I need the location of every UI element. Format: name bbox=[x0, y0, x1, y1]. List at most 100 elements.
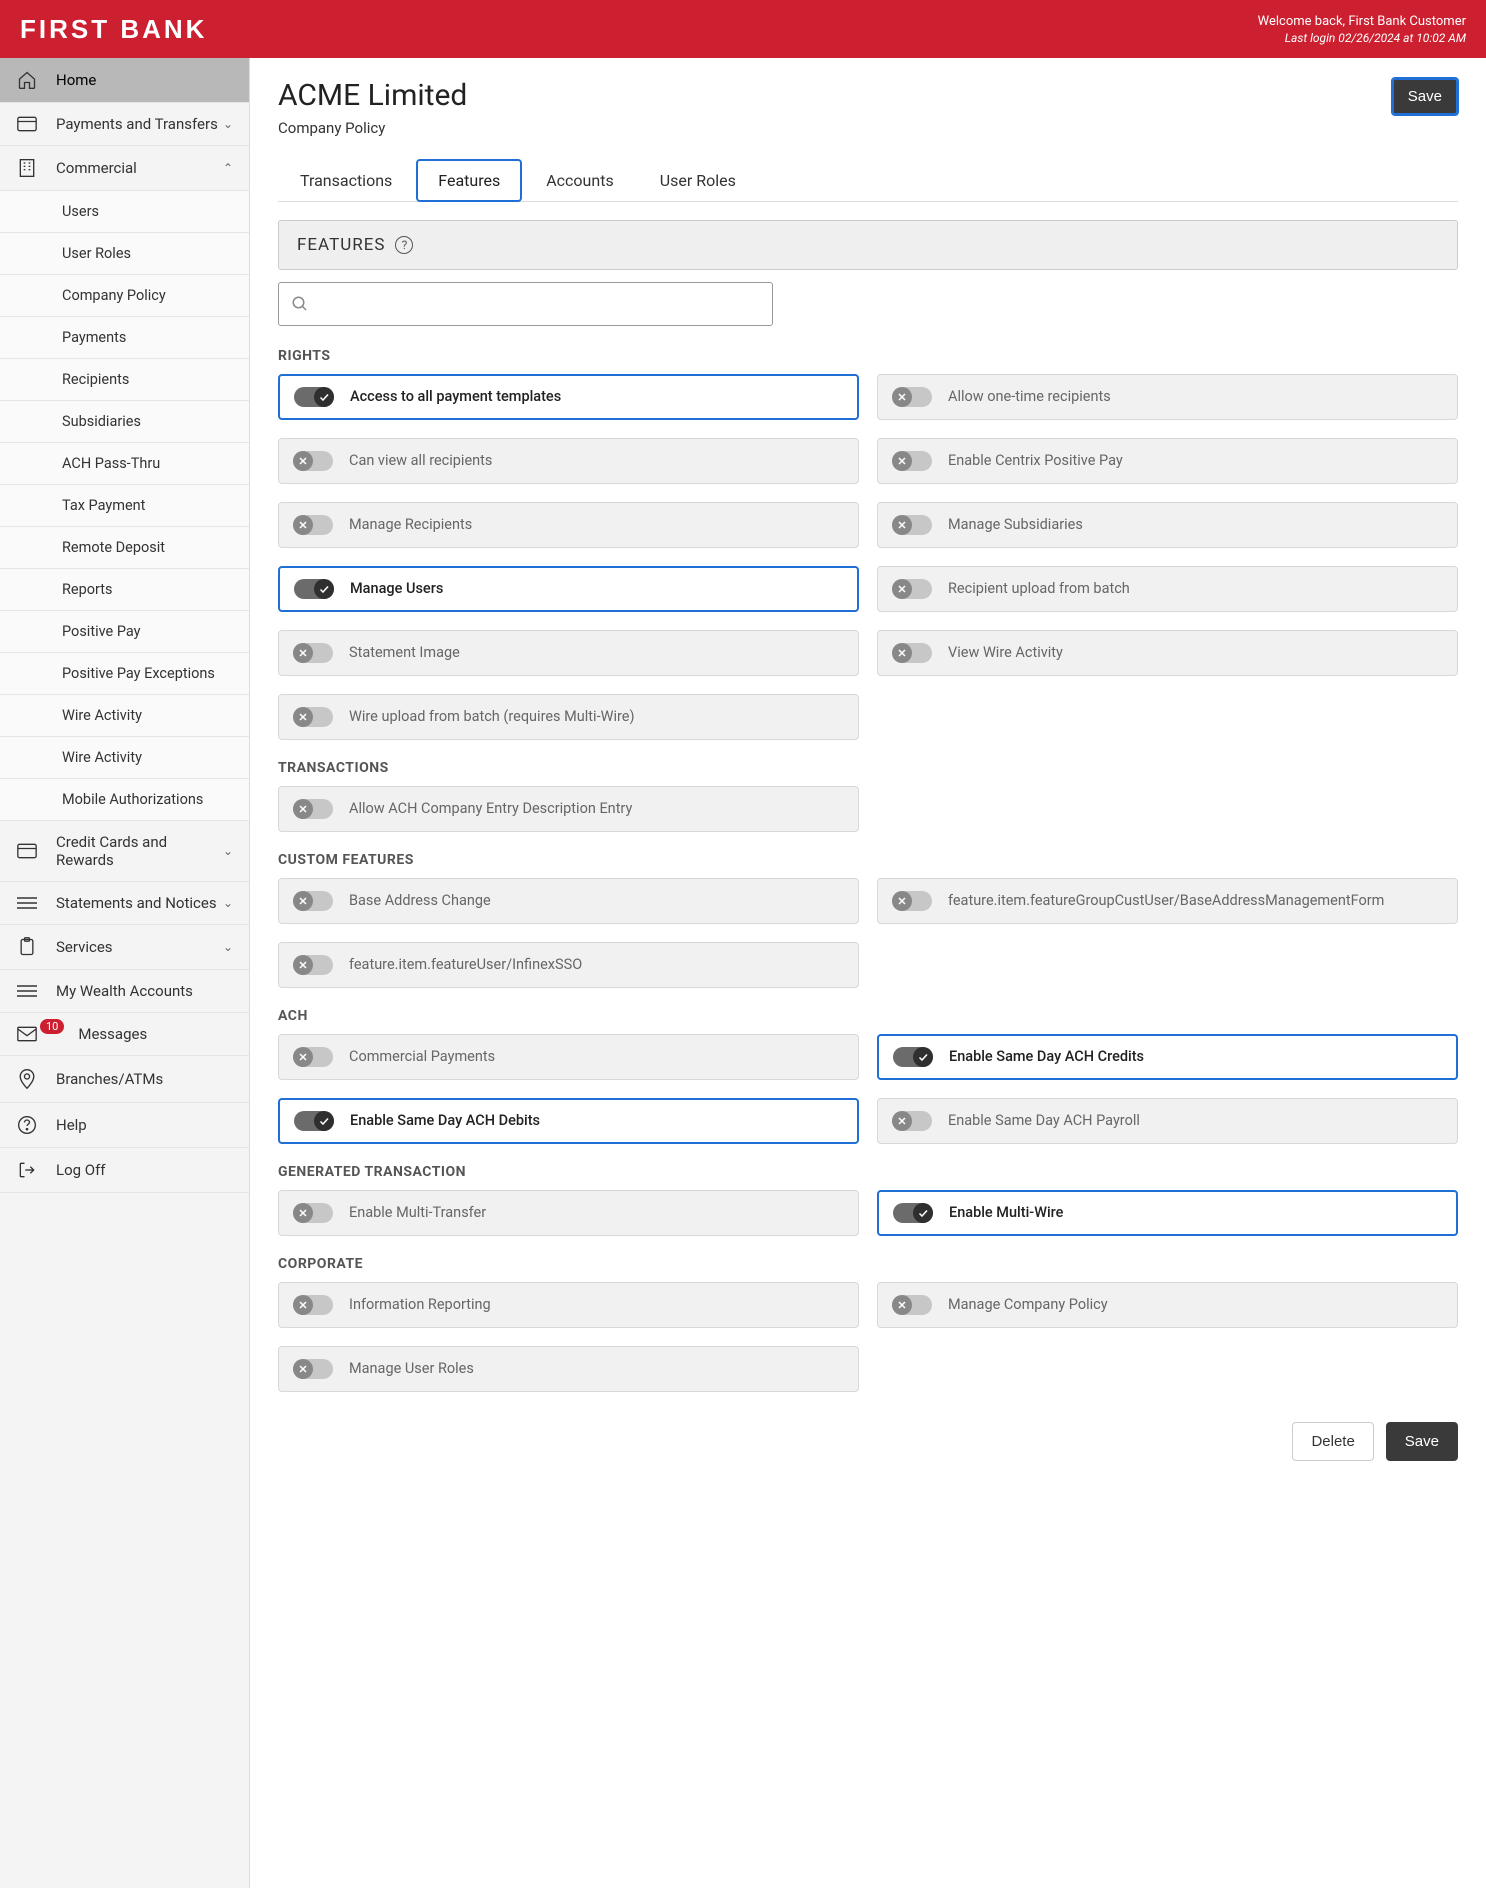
feature-toggle[interactable] bbox=[293, 1047, 333, 1067]
sidebar-label: Wire Activity bbox=[62, 749, 233, 766]
feature-row[interactable]: Manage Subsidiaries bbox=[877, 502, 1458, 548]
feature-row[interactable]: Enable Same Day ACH Debits bbox=[278, 1098, 859, 1144]
sidebar-sub-item[interactable]: Reports bbox=[0, 569, 249, 611]
sidebar-sub-item[interactable]: Payments bbox=[0, 317, 249, 359]
sidebar-item-help[interactable]: Help bbox=[0, 1103, 249, 1148]
sidebar-label: User Roles bbox=[62, 245, 233, 262]
feature-toggle[interactable] bbox=[293, 1295, 333, 1315]
sidebar-sub-item[interactable]: Tax Payment bbox=[0, 485, 249, 527]
sidebar-sub-item[interactable]: Remote Deposit bbox=[0, 527, 249, 569]
feature-row[interactable]: feature.item.featureUser/InfinexSSO bbox=[278, 942, 859, 988]
feature-toggle[interactable] bbox=[293, 515, 333, 535]
sidebar-item-services[interactable]: Services ⌄ bbox=[0, 925, 249, 970]
logout-icon bbox=[16, 1160, 38, 1180]
feature-toggle[interactable] bbox=[293, 955, 333, 975]
feature-row[interactable]: Information Reporting bbox=[278, 1282, 859, 1328]
sidebar-item-messages[interactable]: 10 Messages bbox=[0, 1013, 249, 1056]
feature-toggle[interactable] bbox=[293, 707, 333, 727]
save-button-top[interactable]: Save bbox=[1392, 78, 1458, 115]
feature-row[interactable]: feature.item.featureGroupCustUser/BaseAd… bbox=[877, 878, 1458, 924]
feature-label: Recipient upload from batch bbox=[948, 579, 1443, 599]
feature-row[interactable]: View Wire Activity bbox=[877, 630, 1458, 676]
sidebar-sub-item[interactable]: Wire Activity bbox=[0, 737, 249, 779]
feature-toggle[interactable] bbox=[893, 1203, 933, 1223]
location-icon bbox=[16, 1068, 38, 1090]
save-button[interactable]: Save bbox=[1386, 1422, 1458, 1461]
sidebar-item-logoff[interactable]: Log Off bbox=[0, 1148, 249, 1193]
sidebar-sub-item[interactable]: Mobile Authorizations bbox=[0, 779, 249, 821]
feature-row[interactable]: Wire upload from batch (requires Multi-W… bbox=[278, 694, 859, 740]
feature-row[interactable]: Enable Multi-Wire bbox=[877, 1190, 1458, 1236]
sidebar-sub-item[interactable]: Positive Pay Exceptions bbox=[0, 653, 249, 695]
feature-row[interactable]: Manage Recipients bbox=[278, 502, 859, 548]
feature-label: Manage Users bbox=[350, 579, 843, 599]
feature-toggle[interactable] bbox=[892, 1111, 932, 1131]
feature-toggle[interactable] bbox=[293, 643, 333, 663]
feature-toggle[interactable] bbox=[293, 1203, 333, 1223]
page-subtitle: Company Policy bbox=[278, 119, 467, 137]
feature-toggle[interactable] bbox=[294, 1111, 334, 1131]
tab-features[interactable]: Features bbox=[416, 159, 522, 202]
sidebar-sub-item[interactable]: Users bbox=[0, 191, 249, 233]
feature-toggle[interactable] bbox=[293, 891, 333, 911]
feature-toggle[interactable] bbox=[892, 515, 932, 535]
sidebar-item-my-wealth[interactable]: My Wealth Accounts bbox=[0, 970, 249, 1013]
sidebar-label: Branches/ATMs bbox=[56, 1070, 233, 1088]
feature-toggle[interactable] bbox=[892, 1295, 932, 1315]
feature-toggle[interactable] bbox=[294, 579, 334, 599]
tab-accounts[interactable]: Accounts bbox=[524, 159, 635, 202]
sidebar: Home Payments and Transfers ⌄ Commercial… bbox=[0, 58, 250, 1888]
feature-toggle[interactable] bbox=[892, 579, 932, 599]
feature-row[interactable]: Manage Users bbox=[278, 566, 859, 612]
sidebar-sub-item[interactable]: Recipients bbox=[0, 359, 249, 401]
footer-actions: Delete Save bbox=[278, 1422, 1458, 1461]
feature-row[interactable]: Enable Multi-Transfer bbox=[278, 1190, 859, 1236]
feature-row[interactable]: Recipient upload from batch bbox=[877, 566, 1458, 612]
feature-toggle[interactable] bbox=[892, 891, 932, 911]
search-input[interactable] bbox=[319, 296, 760, 313]
sidebar-sub-item[interactable]: Positive Pay bbox=[0, 611, 249, 653]
delete-button[interactable]: Delete bbox=[1292, 1422, 1373, 1461]
feature-row[interactable]: Enable Same Day ACH Credits bbox=[877, 1034, 1458, 1080]
feature-toggle[interactable] bbox=[293, 1359, 333, 1379]
feature-row[interactable]: Allow ACH Company Entry Description Entr… bbox=[278, 786, 859, 832]
feature-toggle[interactable] bbox=[294, 387, 334, 407]
sidebar-label: Mobile Authorizations bbox=[62, 791, 233, 808]
feature-row[interactable]: Commercial Payments bbox=[278, 1034, 859, 1080]
sidebar-sub-item[interactable]: Subsidiaries bbox=[0, 401, 249, 443]
search-box[interactable] bbox=[278, 282, 773, 326]
sidebar-item-branches[interactable]: Branches/ATMs bbox=[0, 1056, 249, 1103]
tab-transactions[interactable]: Transactions bbox=[278, 159, 414, 202]
feature-row[interactable]: Allow one-time recipients bbox=[877, 374, 1458, 420]
feature-row[interactable]: Enable Same Day ACH Payroll bbox=[877, 1098, 1458, 1144]
feature-row[interactable]: Can view all recipients bbox=[278, 438, 859, 484]
feature-toggle[interactable] bbox=[892, 387, 932, 407]
sidebar-item-commercial[interactable]: Commercial ⌃ bbox=[0, 146, 249, 191]
tab-user-roles[interactable]: User Roles bbox=[638, 159, 758, 202]
sidebar-item-home[interactable]: Home bbox=[0, 58, 249, 103]
feature-toggle[interactable] bbox=[893, 1047, 933, 1067]
sidebar-item-payments-transfers[interactable]: Payments and Transfers ⌄ bbox=[0, 103, 249, 146]
feature-toggle[interactable] bbox=[892, 643, 932, 663]
sidebar-sub-item[interactable]: ACH Pass-Thru bbox=[0, 443, 249, 485]
sidebar-label: Recipients bbox=[62, 371, 233, 388]
feature-toggle[interactable] bbox=[892, 451, 932, 471]
feature-row[interactable]: Manage Company Policy bbox=[877, 1282, 1458, 1328]
sidebar-sub-item[interactable]: Wire Activity bbox=[0, 695, 249, 737]
sidebar-sub-item[interactable]: Company Policy bbox=[0, 275, 249, 317]
lines-icon bbox=[16, 896, 38, 910]
feature-toggle[interactable] bbox=[293, 799, 333, 819]
sidebar-item-statements[interactable]: Statements and Notices ⌄ bbox=[0, 882, 249, 925]
sidebar-sub-item[interactable]: User Roles bbox=[0, 233, 249, 275]
help-tooltip-icon[interactable]: ? bbox=[395, 236, 413, 254]
feature-row[interactable]: Manage User Roles bbox=[278, 1346, 859, 1392]
feature-toggle[interactable] bbox=[293, 451, 333, 471]
feature-row[interactable]: Statement Image bbox=[278, 630, 859, 676]
sidebar-item-credit-cards[interactable]: Credit Cards and Rewards ⌄ bbox=[0, 821, 249, 882]
feature-grid: Base Address Change feature.item.featureG… bbox=[278, 878, 1458, 988]
feature-row[interactable]: Access to all payment templates bbox=[278, 374, 859, 420]
group-heading: CORPORATE bbox=[278, 1256, 1458, 1272]
chevron-down-icon: ⌄ bbox=[223, 896, 233, 910]
feature-row[interactable]: Base Address Change bbox=[278, 878, 859, 924]
feature-row[interactable]: Enable Centrix Positive Pay bbox=[877, 438, 1458, 484]
